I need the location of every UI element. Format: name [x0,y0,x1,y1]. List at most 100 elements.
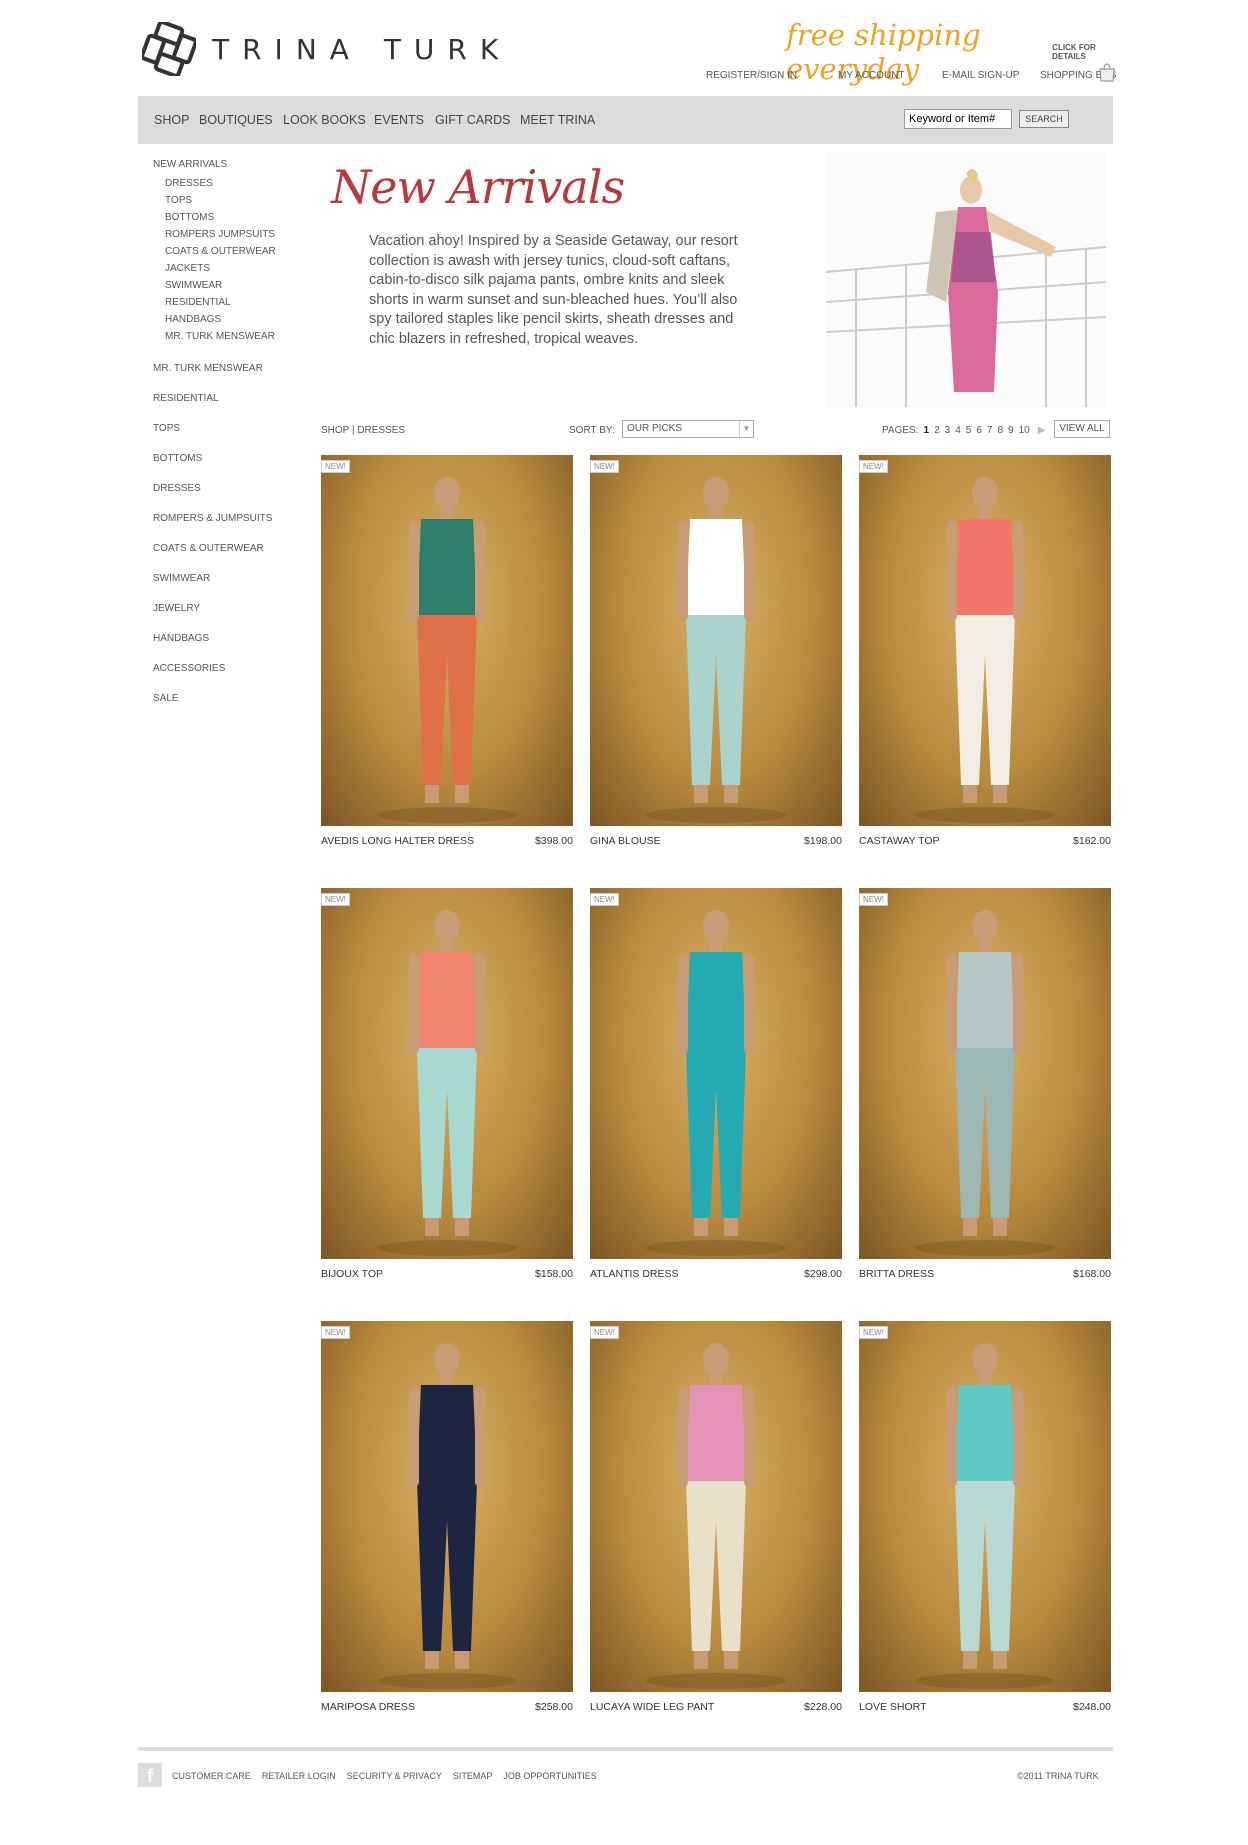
new-badge: NEW! [321,460,350,473]
sidebar-subitem-dresses[interactable]: DRESSES [165,178,213,189]
product-card[interactable]: NEW! CASTAWAY TOP $162.00 [859,455,1111,847]
sidebar-subitem-jackets[interactable]: JACKETS [165,263,210,274]
brand-logo[interactable]: TRINA TURK [142,22,511,76]
pages-label: PAGES: [882,425,919,436]
product-card[interactable]: NEW! LUCAYA WIDE LEG PANT $228.00 [590,1321,842,1713]
my-account-link[interactable]: MY ACCOUNT [838,70,905,81]
footer-link-customer-care[interactable]: CUSTOMER CARE [172,1771,251,1781]
sidebar-subitem-handbags[interactable]: HANDBAGS [165,314,221,325]
sidebar-item-jewelry[interactable]: JEWELRY [153,603,200,614]
sidebar-item-tops[interactable]: TOPS [153,423,180,434]
sidebar-item-mr-turk-menswear[interactable]: MR. TURK MENSWEAR [153,363,263,374]
product-name[interactable]: LUCAYA WIDE LEG PANT [590,1701,714,1713]
model-figure [915,477,1055,823]
sidebar-subitem-bottoms[interactable]: BOTTOMS [165,212,214,223]
new-badge: NEW! [859,460,888,473]
sidebar-item-rompers-jumpsuits[interactable]: ROMPERS & JUMPSUITS [153,513,272,524]
product-card[interactable]: NEW! MARIPOSA DRESS $258.00 [321,1321,573,1713]
product-card[interactable]: NEW! BIJOUX TOP $158.00 [321,888,573,1280]
model-figure [915,1343,1055,1689]
product-image[interactable]: NEW! [590,888,842,1259]
product-name[interactable]: BIJOUX TOP [321,1268,383,1280]
new-badge: NEW! [321,1326,350,1339]
product-name[interactable]: CASTAWAY TOP [859,835,940,847]
sidebar-item-residential[interactable]: RESIDENTIAL [153,393,219,404]
model-figure [377,1343,517,1689]
nav-look-books[interactable]: LOOK BOOKS [283,113,366,127]
sidebar-item-dresses[interactable]: DRESSES [153,483,201,494]
product-image[interactable]: NEW! [321,1321,573,1692]
email-signup-link[interactable]: E-MAIL SIGN-UP [942,70,1019,81]
page-link-9[interactable]: 9 [1008,425,1014,436]
nav-shop[interactable]: SHOP [154,113,189,127]
footer-link-security-privacy[interactable]: SECURITY & PRIVACY [347,1771,442,1781]
sort-dropdown[interactable]: OUR PICKS ▼ [622,420,754,438]
main-nav: SHOP BOUTIQUES LOOK BOOKS EVENTS GIFT CA… [138,96,1113,144]
product-name[interactable]: LOVE SHORT [859,1701,927,1713]
product-card[interactable]: NEW! BRITTA DRESS $168.00 [859,888,1111,1280]
page-link-8[interactable]: 8 [997,425,1003,436]
hero-model-image [826,152,1106,407]
product-image[interactable]: NEW! [590,455,842,826]
breadcrumb[interactable]: SHOP | DRESSES [321,425,405,436]
page-link-10[interactable]: 10 [1019,425,1030,436]
sidebar-item-handbags[interactable]: HANDBAGS [153,633,209,644]
product-image[interactable]: NEW! [321,888,573,1259]
product-image[interactable]: NEW! [859,455,1111,826]
product-name[interactable]: AVEDIS LONG HALTER DRESS [321,835,474,847]
page-link-3[interactable]: 3 [945,425,951,436]
footer-divider [138,1747,1113,1751]
product-card[interactable]: NEW! ATLANTIS DRESS $298.00 [590,888,842,1280]
logo-mark-icon [142,22,196,76]
footer-link-job-opportunities[interactable]: JOB OPPORTUNITIES [503,1771,596,1781]
product-name[interactable]: MARIPOSA DRESS [321,1701,415,1713]
sidebar-item-new-arrivals[interactable]: NEW ARRIVALS [153,159,227,170]
sidebar-item-accessories[interactable]: ACCESSORIES [153,663,225,674]
page-link-2[interactable]: 2 [934,425,940,436]
product-card[interactable]: NEW! GINA BLOUSE $198.00 [590,455,842,847]
nav-meet-trina[interactable]: MEET TRINA [520,113,595,127]
footer-link-sitemap[interactable]: SITEMAP [453,1771,493,1781]
nav-boutiques[interactable]: BOUTIQUES [199,113,273,127]
facebook-icon[interactable]: f [138,1763,162,1787]
sidebar-subitem-mr-turk-menswear[interactable]: MR. TURK MENSWEAR [165,331,275,342]
product-card[interactable]: NEW! AVEDIS LONG HALTER DRESS $398.00 [321,455,573,847]
model-figure [377,477,517,823]
page-link-5[interactable]: 5 [966,425,972,436]
product-price: $398.00 [535,835,573,847]
sidebar-subitem-swimwear[interactable]: SWIMWEAR [165,280,222,291]
new-badge: NEW! [590,460,619,473]
footer-link-retailer-login[interactable]: RETAILER LOGIN [262,1771,336,1781]
product-image[interactable]: NEW! [590,1321,842,1692]
next-page-icon[interactable]: ▶ [1038,425,1046,436]
sort-label: SORT BY: [569,425,615,436]
new-badge: NEW! [321,893,350,906]
page-link-7[interactable]: 7 [987,425,993,436]
product-card[interactable]: NEW! LOVE SHORT $248.00 [859,1321,1111,1713]
sidebar-item-sale[interactable]: SALE [153,693,179,704]
product-name[interactable]: ATLANTIS DRESS [590,1268,679,1280]
sidebar-item-bottoms[interactable]: BOTTOMS [153,453,202,464]
sidebar-item-swimwear[interactable]: SWIMWEAR [153,573,210,584]
sidebar-subitem-coats-outerwear[interactable]: COATS & OUTERWEAR [165,246,276,257]
promo-details-link[interactable]: CLICK FOR DETAILS [1052,43,1113,61]
page-link-1[interactable]: 1 [924,425,930,436]
sidebar-subitem-residential[interactable]: RESIDENTIAL [165,297,231,308]
shopping-bag-icon[interactable] [1098,62,1116,82]
page-link-6[interactable]: 6 [976,425,982,436]
product-name[interactable]: GINA BLOUSE [590,835,661,847]
product-image[interactable]: NEW! [859,888,1111,1259]
product-image[interactable]: NEW! [859,1321,1111,1692]
page-link-4[interactable]: 4 [955,425,961,436]
nav-gift-cards[interactable]: GIFT CARDS [435,113,510,127]
sidebar-subitem-tops[interactable]: TOPS [165,195,192,206]
view-all-button[interactable]: VIEW ALL [1054,420,1110,438]
register-signin-link[interactable]: REGISTER/SIGN IN [706,70,797,81]
nav-events[interactable]: EVENTS [374,113,424,127]
search-input[interactable] [904,109,1012,129]
sidebar-subitem-rompers-jumpsuits[interactable]: ROMPERS JUMPSUITS [165,229,275,240]
product-image[interactable]: NEW! [321,455,573,826]
product-name[interactable]: BRITTA DRESS [859,1268,934,1280]
search-button[interactable]: SEARCH [1019,110,1069,128]
sidebar-item-coats-outerwear[interactable]: COATS & OUTERWEAR [153,543,264,554]
